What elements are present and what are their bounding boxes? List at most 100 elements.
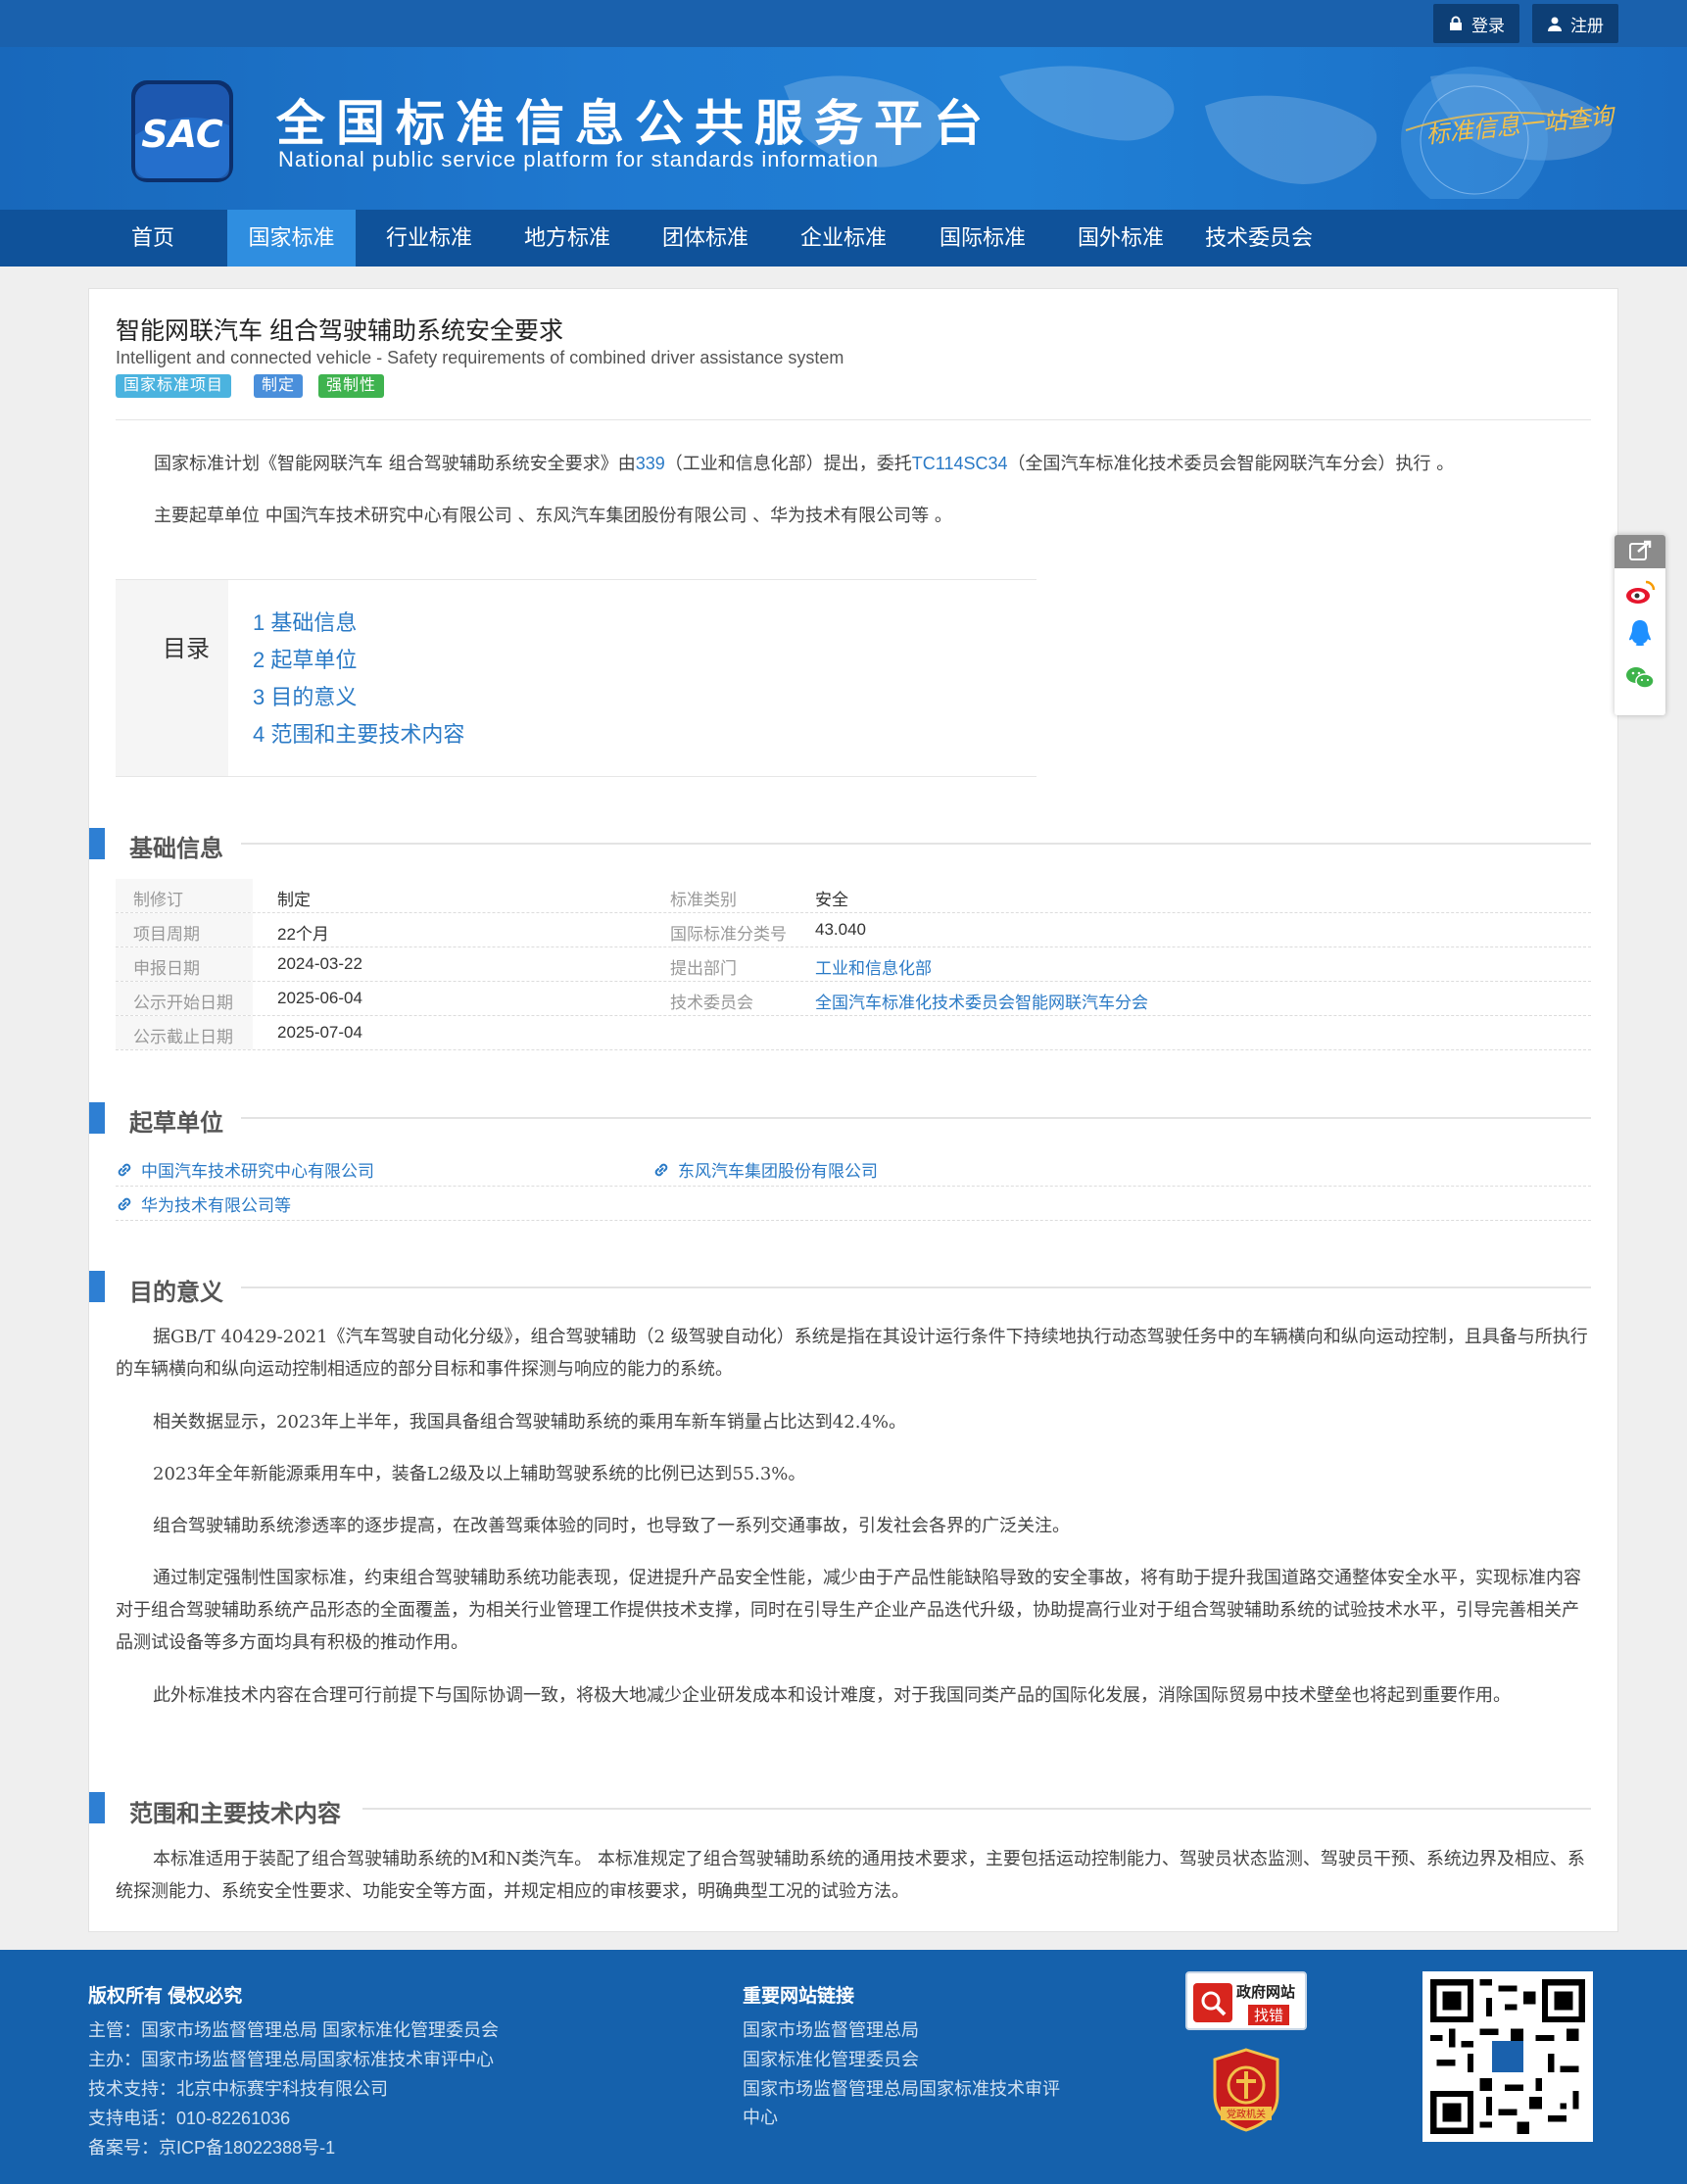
qq-icon[interactable] [1624,617,1656,649]
gov-badge-line2: 找错 [1248,2005,1290,2025]
top-bar: 登录 注册 [0,0,1687,47]
toc-item-scope[interactable]: 4 范围和主要技术内容 [253,717,464,749]
section-divider [241,1286,1591,1288]
header-banner: SAC 全国标准信息公共服务平台 National public service… [0,47,1687,210]
section-title-drafters: 起草单位 [129,1110,223,1137]
toc-label: 目录 [163,636,210,662]
main-nav: 首页 国家标准 行业标准 地方标准 团体标准 企业标准 国际标准 国外标准 技术… [0,210,1687,267]
info-label: 申报日期 [133,959,200,979]
nav-national-standards[interactable]: 国家标准 [227,210,356,267]
nav-foreign-standards[interactable]: 国外标准 [1062,210,1180,267]
nav-industry-standards[interactable]: 行业标准 [370,210,488,267]
purpose-paragraph: 通过制定强制性国家标准，约束组合驾驶辅助系统功能表现，促进提升产品安全性能，减少… [116,1568,1581,1653]
footer-link[interactable]: 国家标准化管理委员会 [743,2046,919,2071]
info-value: 2025-06-04 [277,989,362,1007]
qr-code[interactable] [1422,1971,1593,2142]
section-divider [362,1808,1591,1810]
section-marker [89,1102,105,1134]
login-label: 登录 [1471,16,1505,35]
weibo-icon[interactable] [1624,576,1656,607]
section-title-basic: 基础信息 [129,836,223,862]
lock-icon [1450,16,1462,30]
footer-link[interactable]: 国家市场监督管理总局国家标准技术审评 [743,2075,1060,2101]
footer-line: 技术支持：北京中标赛宇科技有限公司 [88,2079,388,2099]
section-title-scope: 范围和主要技术内容 [129,1801,341,1827]
link-icon [654,1163,668,1176]
tech-committee-link[interactable]: 全国汽车标准化技术委员会智能网联汽车分会 [815,989,1148,1013]
footer-line: 备案号：京ICP备18022388号-1 [88,2138,336,2158]
tag-project-type: 国家标准项目 [116,374,232,398]
svg-text:SAC: SAC [141,113,223,156]
sac-logo: SAC [131,80,233,182]
drafter-link[interactable]: 东风汽车集团股份有限公司 [652,1157,878,1182]
link-icon [118,1163,131,1176]
info-value: 2025-07-04 [277,1023,362,1042]
info-label: 标准类别 [670,891,737,910]
party-government-badge[interactable]: 党政机关 [1207,2046,1285,2134]
nav-international-standards[interactable]: 国际标准 [924,210,1041,267]
magnifier-icon [1193,1983,1232,2022]
info-label: 制修订 [133,891,183,910]
section-marker [89,1271,105,1302]
purpose-paragraph: 相关数据显示，2023年上半年，我国具备组合驾驶辅助系统的乘用车新车销量占比达到… [153,1412,906,1432]
site-title-en: National public service platform for sta… [278,147,880,171]
share-toggle[interactable] [1615,535,1665,568]
footer-line: 支持电话：010-82261036 [88,2109,291,2128]
share-icon [1629,540,1652,560]
register-button[interactable]: 注册 [1532,4,1618,43]
proposing-dept-link[interactable]: 工业和信息化部 [815,954,932,979]
section-divider [241,843,1591,845]
nav-local-standards[interactable]: 地方标准 [508,210,626,267]
section-marker [89,828,105,859]
link-icon [118,1197,131,1210]
project-title-en: Intelligent and connected vehicle - Safe… [116,348,844,367]
committee-code-link[interactable]: TC114SC34 [912,454,1008,473]
links-title: 重要网站链接 [743,1986,855,2007]
svg-text:党政机关: 党政机关 [1227,2108,1266,2120]
project-title-cn: 智能网联汽车 组合驾驶辅助系统安全要求 [116,317,563,345]
info-value: 22个月 [277,925,329,944]
scope-paragraph: 本标准适用于装配了组合驾驶辅助系统的M和N类汽车。 本标准规定了组合驾驶辅助系统… [116,1849,1585,1902]
section-title-purpose: 目的意义 [129,1280,223,1306]
purpose-paragraph: 据GB/T 40429-2021《汽车驾驶自动化分级》，组合驾驶辅助（2 级驾驶… [116,1327,1588,1380]
info-label: 提出部门 [670,959,737,979]
tag-formulation: 制定 [254,374,304,398]
tag-mandatory: 强制性 [318,374,385,398]
toc-item-purpose[interactable]: 3 目的意义 [253,680,357,711]
intro-paragraph: 国家标准计划《智能网联汽车 组合驾驶辅助系统安全要求》由339（工业和信息化部）… [154,454,1455,474]
nav-home[interactable]: 首页 [108,210,198,267]
section-marker [89,1792,105,1823]
info-label: 项目周期 [133,925,200,945]
drafter-link[interactable]: 华为技术有限公司等 [116,1191,291,1216]
info-label: 公示截止日期 [133,1028,233,1047]
wechat-icon[interactable] [1624,662,1656,694]
user-icon [1548,17,1562,31]
footer-link[interactable]: 中心 [743,2104,778,2129]
footer-link[interactable]: 国家市场监督管理总局 [743,2016,919,2042]
login-button[interactable]: 登录 [1433,4,1519,43]
footer-line: 主管：国家市场监督管理总局 国家标准化管理委员会 [88,2020,499,2040]
info-label: 公示开始日期 [133,994,233,1013]
info-label: 技术委员会 [670,994,753,1013]
site-title-cn: 全国标准信息公共服务平台 [276,95,993,152]
toc-item-drafters[interactable]: 2 起草单位 [253,643,357,674]
nav-enterprise-standards[interactable]: 企业标准 [785,210,902,267]
section-divider [241,1117,1591,1119]
info-value: 2024-03-22 [277,954,362,973]
info-label: 国际标准分类号 [670,925,787,945]
proposer-code-link[interactable]: 339 [636,454,665,473]
drafter-link[interactable]: 中国汽车技术研究中心有限公司 [116,1157,374,1182]
gov-website-error-badge[interactable]: 政府网站 找错 [1185,1971,1307,2030]
gov-badge-line1: 政府网站 [1236,1984,1296,2001]
info-value: 制定 [277,891,311,909]
share-widget [1615,535,1665,715]
nav-tech-committee[interactable]: 技术委员会 [1195,210,1323,267]
title-divider [116,419,1591,420]
purpose-paragraph: 组合驾驶辅助系统渗透率的逐步提高，在改善驾乘体验的同时，也导致了一系列交通事故，… [153,1516,1070,1536]
toc-item-basic[interactable]: 1 基础信息 [253,606,357,637]
purpose-paragraph: 2023年全年新能源乘用车中，装备L2级及以上辅助驾驶系统的比例已达到55.3%… [153,1464,806,1484]
nav-group-standards[interactable]: 团体标准 [647,210,764,267]
main-drafters-paragraph: 主要起草单位 中国汽车技术研究中心有限公司 、东风汽车集团股份有限公司 、华为技… [154,506,952,526]
footer-line: 主办：国家市场监督管理总局国家标准技术审评中心 [88,2050,494,2069]
purpose-paragraph: 此外标准技术内容在合理可行前提下与国际协调一致，将极大地减少企业研发成本和设计难… [153,1685,1511,1706]
